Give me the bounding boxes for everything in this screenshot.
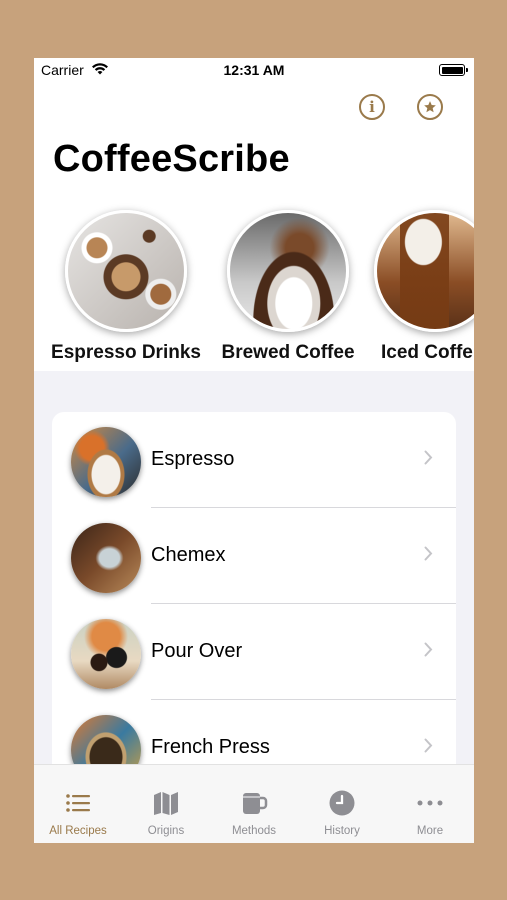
category-carousel[interactable]: Espresso Drinks Brewed Coffee Iced Coffe	[34, 210, 474, 370]
tab-origins[interactable]: Origins	[122, 765, 210, 843]
battery-icon	[439, 64, 468, 76]
category-iced-coffee[interactable]: Iced Coffe	[352, 210, 474, 364]
star-icon	[424, 101, 436, 113]
list-item-pour-over[interactable]: Pour Over	[52, 604, 456, 700]
recipe-label: Espresso	[151, 448, 235, 470]
category-label: Iced Coffe	[381, 342, 473, 363]
recipe-list: Espresso Chemex Pour Over French Press	[52, 412, 456, 792]
tab-label: Methods	[231, 825, 277, 837]
chevron-right-icon	[424, 738, 433, 753]
tab-bar: All Recipes Origins Methods History More	[34, 764, 474, 843]
tab-label: History	[324, 825, 360, 837]
chevron-right-icon	[424, 546, 433, 561]
category-brewed-coffee[interactable]: Brewed Coffee	[208, 210, 368, 364]
category-label: Brewed Coffee	[221, 342, 355, 363]
category-image	[374, 210, 474, 332]
category-image	[65, 210, 187, 332]
recipe-label: Chemex	[151, 544, 226, 566]
tab-label: More	[416, 825, 444, 837]
tab-all-recipes[interactable]: All Recipes	[34, 765, 122, 843]
info-button[interactable]: i	[359, 94, 385, 120]
recipe-label: Pour Over	[151, 640, 243, 662]
tab-label: All Recipes	[49, 825, 107, 837]
favorites-button[interactable]	[417, 94, 443, 120]
category-espresso-drinks[interactable]: Espresso Drinks	[46, 210, 206, 364]
category-image	[227, 210, 349, 332]
status-bar: Carrier 12:31 AM	[34, 58, 474, 84]
app-screen: Carrier 12:31 AM i CoffeeScribe Espresso…	[34, 58, 474, 843]
tab-label: Origins	[147, 825, 185, 837]
mug-icon	[243, 793, 268, 814]
tab-methods[interactable]: Methods	[210, 765, 298, 843]
more-icon	[417, 800, 443, 806]
info-icon: i	[369, 98, 375, 116]
tab-more[interactable]: More	[386, 765, 474, 843]
recipe-thumbnail	[71, 427, 141, 497]
page-title: CoffeeScribe	[53, 138, 290, 180]
map-icon	[154, 792, 178, 815]
category-label: Espresso Drinks	[51, 342, 201, 363]
list-item-espresso[interactable]: Espresso	[52, 412, 456, 508]
chevron-right-icon	[424, 450, 433, 465]
recipe-thumbnail	[71, 619, 141, 689]
list-icon	[66, 794, 90, 812]
clock-label: 12:31 AM	[223, 62, 285, 78]
tab-history[interactable]: History	[298, 765, 386, 843]
list-item-chemex[interactable]: Chemex	[52, 508, 456, 604]
clock-icon	[329, 790, 355, 816]
recipe-thumbnail	[71, 523, 141, 593]
chevron-right-icon	[424, 642, 433, 657]
recipe-label: French Press	[151, 736, 270, 758]
